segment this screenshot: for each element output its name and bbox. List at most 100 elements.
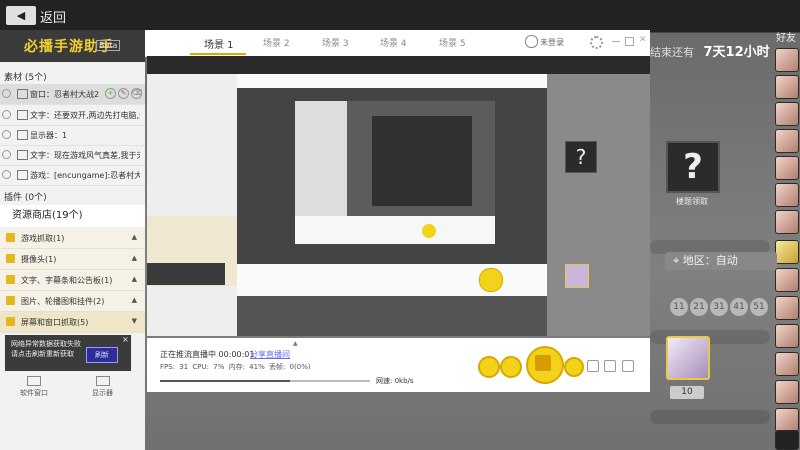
collapse-icon[interactable]: ▲ [293, 340, 298, 347]
maximize-icon[interactable] [625, 37, 634, 46]
nested-mystery-icon: ? [565, 141, 597, 173]
friend-avatar[interactable] [775, 240, 799, 264]
settings-icon[interactable] [590, 36, 603, 49]
store-item-label: 文字、字幕条和公告板(1) [21, 276, 113, 285]
eye-icon[interactable] [2, 130, 11, 139]
number-chip[interactable]: 41 [730, 298, 748, 316]
friend-avatar[interactable] [775, 430, 799, 450]
user-icon[interactable] [525, 35, 538, 48]
store-item[interactable]: 图片、轮播图和挂件(2) ▲ [0, 291, 145, 312]
number-chip[interactable]: 21 [690, 298, 708, 316]
friend-avatar[interactable] [775, 296, 799, 320]
dropped-frames-stat: 丢帧: 0(0%) [268, 363, 311, 371]
friend-avatar[interactable] [775, 129, 799, 153]
delete-icon[interactable]: ⌫ [131, 88, 142, 99]
resource-store-header: 资源商店(19个) [0, 205, 145, 227]
tab-scene-5[interactable]: 场景 5 [439, 36, 466, 49]
mystery-caption: 楼题领取 [676, 197, 708, 206]
close-icon[interactable]: × [122, 335, 129, 344]
camera-toggle-icon[interactable] [478, 356, 500, 378]
speaker-icon[interactable] [604, 360, 616, 372]
tab-scene-1[interactable]: 场景 1 [204, 36, 234, 51]
bitrate-fill [160, 380, 291, 382]
share-live-link[interactable]: 分享直播间 [250, 349, 290, 360]
tab-scene-2[interactable]: 场景 2 [263, 36, 290, 49]
friend-avatar[interactable] [775, 324, 799, 348]
mute-icon[interactable] [622, 360, 634, 372]
nested-left-panel-2 [295, 101, 347, 216]
software-window-button[interactable]: 软件窗口 [20, 376, 48, 398]
login-label[interactable]: 未登录 [540, 37, 564, 48]
back-arrow-icon[interactable]: ◀ [6, 6, 36, 25]
display-button[interactable]: 显示器 [92, 376, 113, 398]
friend-avatar[interactable] [775, 75, 799, 99]
friend-avatar[interactable] [775, 210, 799, 234]
source-row[interactable]: 窗口：忍者村大战2 + ✎ ⌫ [0, 84, 145, 105]
friend-avatar[interactable] [775, 352, 799, 376]
source-row[interactable]: 显示器：1 [0, 125, 145, 146]
close-icon[interactable]: ✕ [639, 35, 647, 45]
back-label[interactable]: 返回 [40, 7, 66, 26]
source-row[interactable]: 文字：还要双开,两边先打电脑,然后... [0, 105, 145, 126]
friend-avatar[interactable] [775, 48, 799, 72]
chevron-icon: ▲ [131, 233, 137, 241]
display-label: 显示器 [92, 389, 113, 397]
source-label: 文字：现在游戏风气真差,我于天台... [30, 151, 140, 160]
nested-record-icon [479, 268, 503, 292]
eye-icon[interactable] [2, 150, 11, 159]
friend-avatar[interactable] [775, 183, 799, 207]
friend-avatar[interactable] [775, 380, 799, 404]
nested-cat-card [565, 264, 589, 288]
friend-label: 好友 [776, 33, 796, 44]
microphone-icon[interactable] [587, 360, 599, 372]
hex-decoration [650, 410, 770, 424]
store-item[interactable]: 屏幕和窗口抓取(5) ▼ [0, 312, 145, 333]
store-item-label: 图片、轮播图和挂件(2) [21, 297, 105, 306]
eye-icon[interactable] [2, 170, 11, 179]
nested-left-panel [147, 74, 237, 336]
countdown-value: 7天12小时 [703, 45, 770, 60]
nested-toast [147, 263, 225, 285]
region-label: 地区：自动 [682, 254, 738, 267]
store-item[interactable]: 游戏抓取(1) ▲ [0, 228, 145, 249]
eye-icon[interactable] [2, 89, 11, 98]
tab-scene-3[interactable]: 场景 3 [322, 36, 349, 49]
friend-avatar[interactable] [775, 156, 799, 180]
screenshot-icon[interactable] [500, 356, 522, 378]
plugins-header: 插件 (0个) [4, 193, 47, 203]
clip-icon[interactable] [564, 357, 584, 377]
add-icon[interactable]: + [105, 88, 116, 99]
friend-avatar[interactable] [775, 102, 799, 126]
text-icon [17, 150, 28, 160]
friend-avatar[interactable] [775, 268, 799, 292]
stop-icon [535, 355, 551, 371]
source-row[interactable]: 文字：现在游戏风气真差,我于天台... [0, 145, 145, 166]
store-item[interactable]: 文字、字幕条和公告板(1) ▲ [0, 270, 145, 291]
mystery-box-icon[interactable]: ? [666, 141, 720, 193]
region-selector[interactable]: ⌖ 地区：自动 [665, 252, 777, 270]
nested-game-panel [547, 74, 650, 336]
chevron-icon: ▲ [131, 275, 137, 283]
number-chip[interactable]: 51 [750, 298, 768, 316]
eye-icon[interactable] [2, 110, 11, 119]
store-item[interactable]: 摄像头(1) ▲ [0, 249, 145, 270]
refresh-button[interactable]: 刷新 [86, 347, 118, 363]
source-row[interactable]: 游戏：[encungame]:忍者村大战 [0, 165, 145, 186]
minimize-icon[interactable] [612, 41, 620, 42]
gamepad-icon [17, 170, 28, 180]
store-item-label: 屏幕和窗口抓取(5) [21, 318, 89, 327]
number-chip[interactable]: 31 [710, 298, 728, 316]
friend-avatar[interactable] [775, 408, 799, 432]
store-item-label: 摄像头(1) [21, 255, 57, 264]
nested-game-top-bar [147, 56, 650, 74]
image-icon [6, 296, 15, 305]
tab-scene-4[interactable]: 场景 4 [380, 36, 407, 49]
window-icon [27, 376, 41, 386]
sources-header: 素材 (5个) [4, 73, 47, 83]
edit-icon[interactable]: ✎ [118, 88, 129, 99]
cat-character-card[interactable] [666, 336, 710, 380]
stream-preview[interactable]: ? [147, 56, 650, 336]
number-chip[interactable]: 11 [670, 298, 688, 316]
live-status-text: 正在推流直播中 00:00:01 [160, 350, 255, 359]
active-tab-indicator [190, 53, 246, 55]
